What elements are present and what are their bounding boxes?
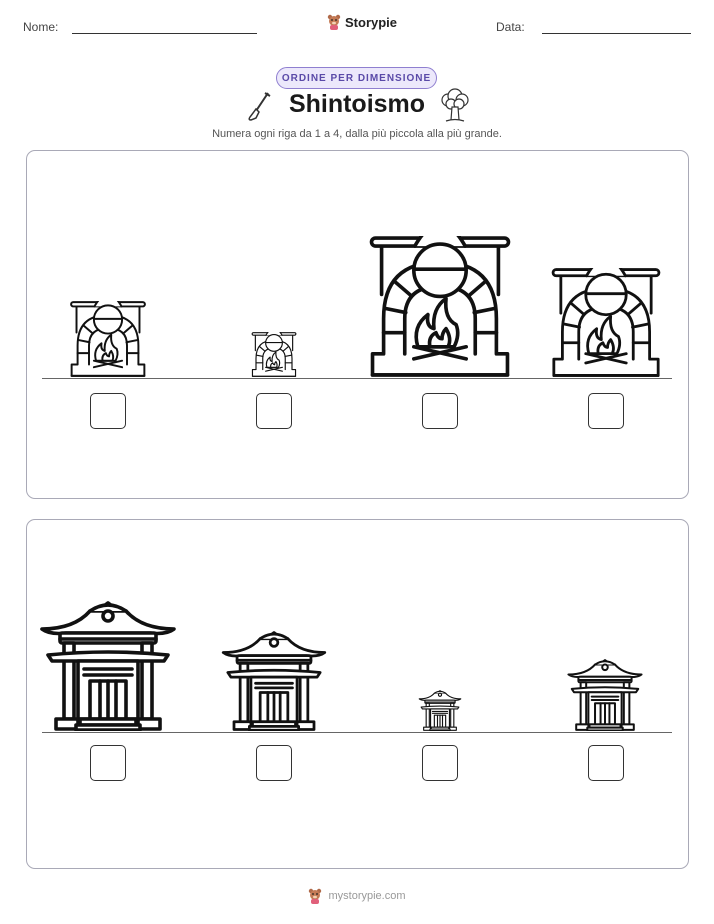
footer-url[interactable]: mystorypie.com <box>328 890 405 902</box>
answer-checkbox[interactable] <box>588 745 624 781</box>
category-badge: ORDINE PER DIMENSIONE <box>276 67 437 89</box>
row-baseline <box>42 378 672 379</box>
answer-checkbox[interactable] <box>422 745 458 781</box>
answer-checkbox[interactable] <box>90 745 126 781</box>
answer-checkbox[interactable] <box>90 393 126 429</box>
shrine-icon <box>221 631 327 731</box>
row-baseline <box>42 732 672 733</box>
shrine-icon <box>40 601 176 731</box>
name-label: Nome: <box>23 20 59 34</box>
answer-checkbox[interactable] <box>256 393 292 429</box>
date-label: Data: <box>496 20 525 34</box>
name-line[interactable] <box>72 33 257 34</box>
bear-mascot-icon <box>309 888 322 904</box>
fireplace-icon <box>70 301 146 377</box>
footer: mystorypie.com <box>0 888 714 904</box>
date-line[interactable] <box>542 33 691 34</box>
page-title: Shintoismo <box>288 90 426 118</box>
bear-mascot-icon <box>327 14 341 30</box>
instructions-text: Numera ogni riga da 1 a 4, dalla più pic… <box>212 128 502 140</box>
brand-name: Storypie <box>345 14 398 30</box>
fireplace-icon <box>251 332 297 377</box>
brand-logo: Storypie <box>327 14 397 30</box>
fireplace-icon <box>369 236 511 377</box>
answer-checkbox[interactable] <box>422 393 458 429</box>
answer-checkbox[interactable] <box>588 393 624 429</box>
fireplace-icon <box>551 268 661 377</box>
shrine-icon <box>418 690 462 731</box>
answer-checkbox[interactable] <box>256 745 292 781</box>
sacred-tree-icon <box>441 88 469 122</box>
shrine-icon <box>567 659 643 731</box>
